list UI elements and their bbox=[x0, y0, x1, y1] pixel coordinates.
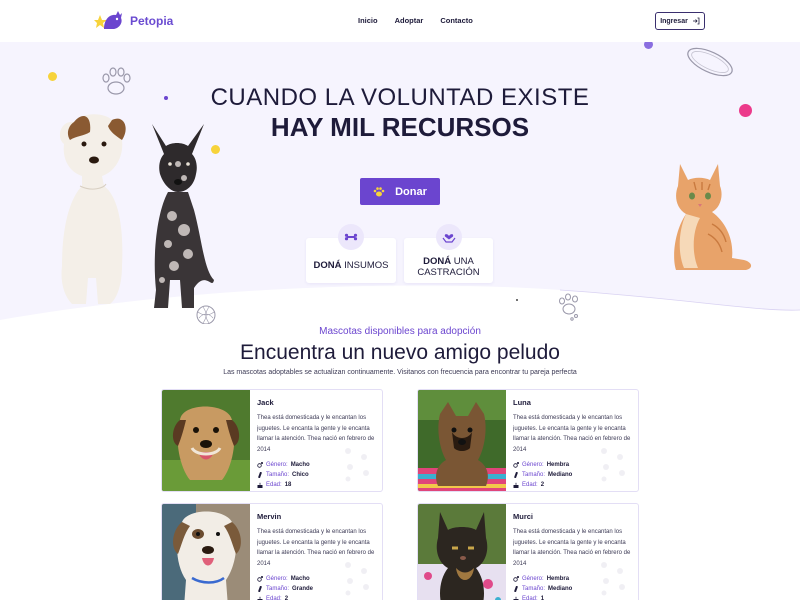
pet-photo-jack bbox=[162, 390, 250, 491]
cake-icon bbox=[257, 482, 263, 488]
hands-heart-icon-wrap bbox=[435, 224, 462, 250]
gender-icon bbox=[513, 462, 519, 468]
ginger-cat-image bbox=[674, 164, 752, 270]
top-nav-bar: Petopia Inicio Adoptar Contacto Ingresar bbox=[0, 0, 800, 42]
pet-card-luna[interactable]: Luna Thea está domesticada y le encantan… bbox=[417, 389, 639, 492]
paw-outline-icon bbox=[559, 293, 578, 321]
section-description: Las mascotas adoptables se actualizan co… bbox=[223, 369, 577, 376]
yellow-dot bbox=[48, 72, 57, 81]
cake-icon bbox=[513, 482, 519, 488]
login-arrow-icon bbox=[692, 17, 700, 25]
ruler-icon bbox=[514, 586, 518, 592]
login-button[interactable]: Ingresar bbox=[655, 12, 705, 30]
dark-dot bbox=[516, 299, 518, 301]
cake-icon bbox=[513, 596, 519, 600]
cake-icon bbox=[257, 596, 263, 600]
donate-label: Donar bbox=[395, 185, 427, 198]
donate-supplies-card[interactable]: DONÁ INSUMOS bbox=[306, 224, 396, 283]
hero-title-line-1: CUANDO LA VOLUNTAD EXISTE bbox=[210, 84, 590, 111]
nav-link-contacto[interactable]: Contacto bbox=[440, 16, 473, 25]
hands-heart-icon bbox=[442, 234, 455, 243]
section-subtitle: Mascotas disponibles para adopción bbox=[319, 326, 481, 337]
paw-prints-icon bbox=[345, 448, 369, 482]
ruler-icon bbox=[514, 472, 518, 478]
pet-photo-luna bbox=[418, 390, 506, 491]
pet-card-murci[interactable]: Murci Thea está domesticada y le encanta… bbox=[417, 503, 639, 600]
pet-name: Jack bbox=[257, 398, 274, 407]
paw-prints-icon bbox=[601, 448, 625, 482]
gender-icon bbox=[513, 576, 519, 582]
purple-dot bbox=[644, 42, 653, 49]
nav-link-inicio[interactable]: Inicio bbox=[358, 16, 378, 25]
mixed-breed-dog-image bbox=[152, 124, 214, 308]
pet-photo-murci bbox=[418, 504, 506, 600]
pet-name: Murci bbox=[513, 512, 534, 521]
donate-button[interactable]: Donar bbox=[360, 178, 440, 205]
collar-icon bbox=[687, 47, 733, 77]
pet-photo-mervin bbox=[162, 504, 250, 600]
bone-icon bbox=[344, 233, 358, 241]
section-title: Encuentra un nuevo amigo peludo bbox=[240, 341, 560, 364]
donate-castration-card[interactable]: DONÁ UNA CASTRACIÓN bbox=[404, 224, 493, 283]
pet-card-mervin[interactable]: Mervin Thea está domesticada y le encant… bbox=[161, 503, 383, 600]
nav-link-adoptar[interactable]: Adoptar bbox=[395, 16, 424, 25]
paw-prints-icon bbox=[601, 562, 625, 596]
main-nav: Inicio Adoptar Contacto bbox=[358, 16, 473, 25]
pet-card-jack[interactable]: Jack Thea está domesticada y le encantan… bbox=[161, 389, 383, 492]
paw-prints-icon bbox=[345, 562, 369, 596]
pet-name: Mervin bbox=[257, 512, 282, 521]
pet-name: Luna bbox=[513, 398, 531, 407]
ruler-icon bbox=[258, 586, 262, 592]
gender-icon bbox=[257, 576, 263, 582]
hero-title-line-2: HAY MIL RECURSOS bbox=[270, 112, 530, 142]
cat-logo-icon bbox=[94, 11, 122, 29]
hero-section: CUANDO LA VOLUNTAD EXISTE HAY MIL RECURS… bbox=[0, 42, 800, 324]
login-label: Ingresar bbox=[660, 17, 688, 25]
bone-icon-wrap bbox=[338, 224, 364, 250]
brand[interactable]: Petopia bbox=[94, 9, 173, 33]
ruler-icon bbox=[258, 472, 262, 478]
paw-icon bbox=[373, 186, 385, 196]
brand-name: Petopia bbox=[130, 14, 174, 28]
gender-icon bbox=[257, 462, 263, 468]
